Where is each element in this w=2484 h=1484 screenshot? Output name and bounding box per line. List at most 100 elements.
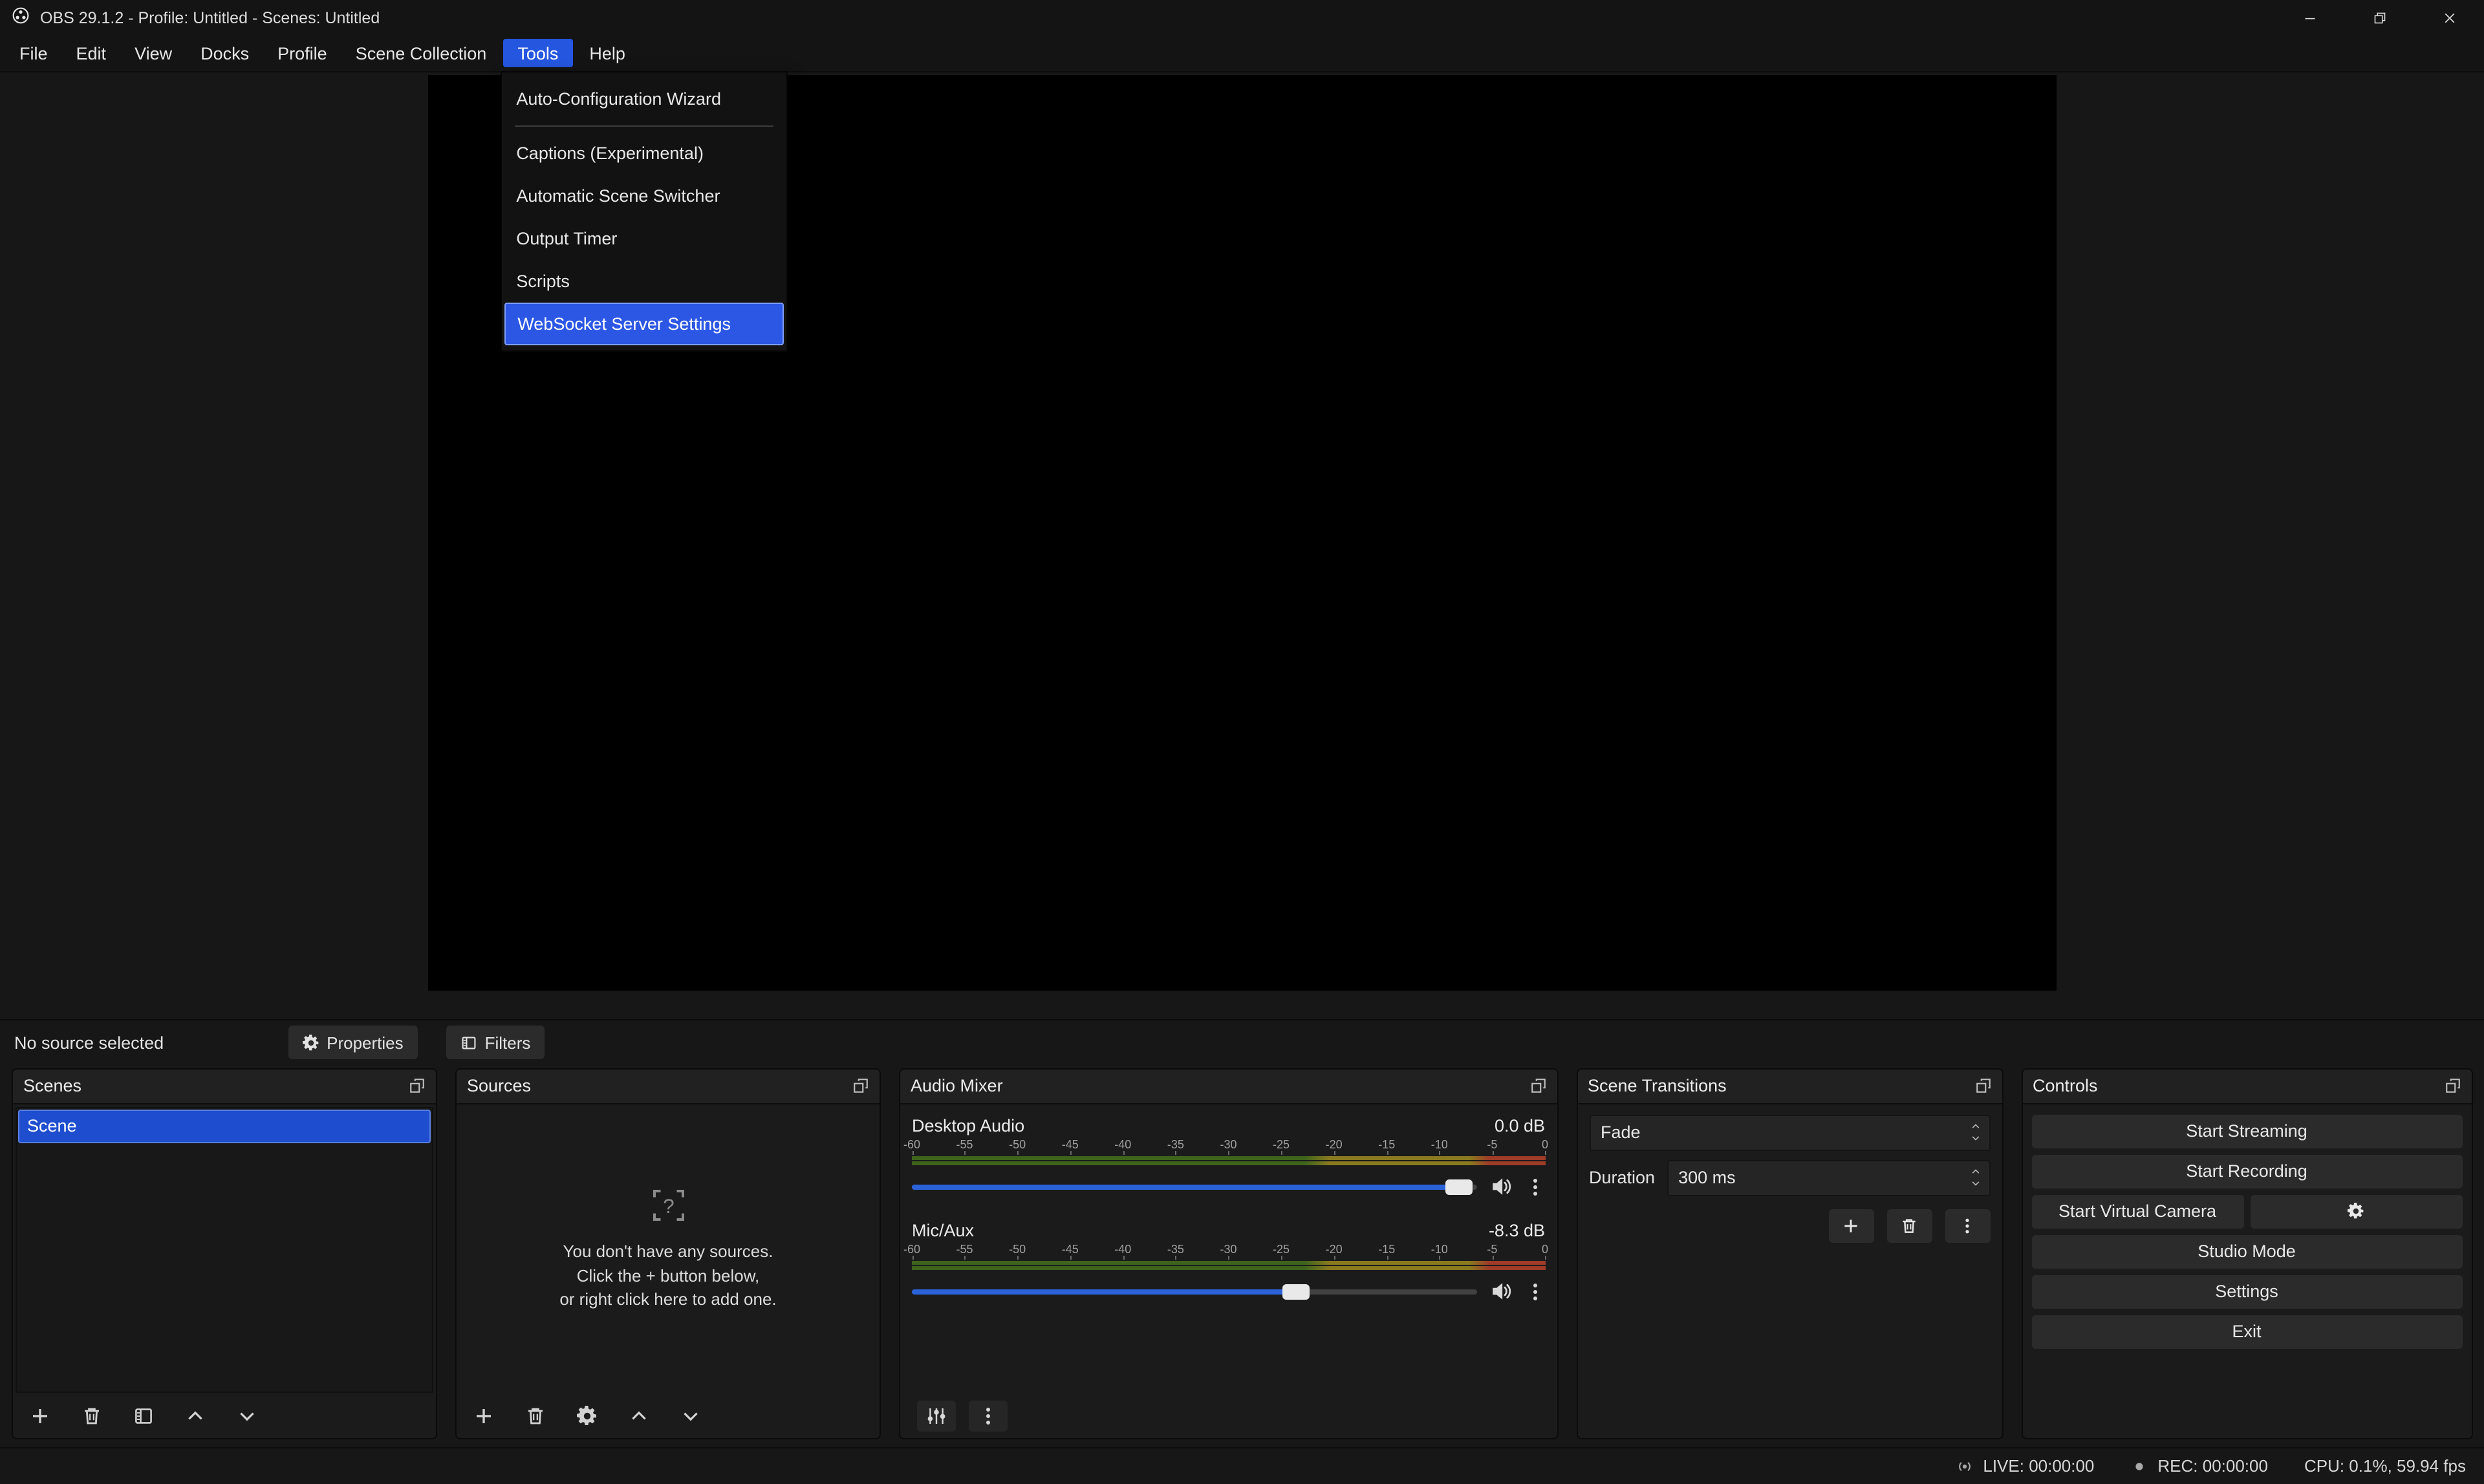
preview-area [0, 72, 2484, 1018]
sources-empty-state[interactable]: You don't have any sources. Click the + … [457, 1104, 880, 1395]
meter-tick-label: -50 [1009, 1243, 1026, 1255]
popout-icon[interactable] [1529, 1077, 1546, 1094]
popout-icon[interactable] [1974, 1077, 1991, 1094]
chevron-down-icon [237, 1406, 257, 1426]
popout-icon[interactable] [409, 1077, 426, 1094]
source-properties-button[interactable] [577, 1406, 598, 1426]
slider-handle[interactable] [1446, 1179, 1473, 1194]
spin-arrows[interactable] [1969, 1167, 1981, 1188]
add-transition-button[interactable] [1828, 1209, 1874, 1242]
channel-name: Mic/Aux [912, 1221, 974, 1240]
menu-item-scripts[interactable]: Scripts [504, 260, 784, 303]
dock-title: Sources [467, 1076, 852, 1095]
menu-item-websocket-server-settings[interactable]: WebSocket Server Settings [504, 303, 784, 345]
menu-separator [515, 125, 773, 127]
cpu-status: CPU: 0.1%, 59.94 fps [2304, 1456, 2466, 1476]
move-scene-up-button[interactable] [185, 1406, 206, 1426]
volume-slider[interactable] [912, 1278, 1476, 1304]
start-virtual-camera-button[interactable]: Start Virtual Camera [2031, 1194, 2243, 1228]
virtual-camera-config-button[interactable] [2250, 1194, 2462, 1228]
settings-button[interactable]: Settings [2031, 1274, 2462, 1308]
filters-icon [133, 1406, 154, 1426]
meter-scale: -60-55-50-45-40-35-30-25-20-15-10-50 [912, 1243, 1545, 1259]
rec-status: REC: 00:00:00 [2130, 1456, 2268, 1476]
menu-profile[interactable]: Profile [263, 35, 341, 71]
minimize-button[interactable] [2274, 0, 2344, 35]
remove-transition-button[interactable] [1886, 1209, 1932, 1242]
menu-docks[interactable]: Docks [186, 35, 263, 71]
menu-item-output-timer[interactable]: Output Timer [504, 217, 784, 260]
menu-item-auto-configuration-wizard[interactable]: Auto-Configuration Wizard [504, 78, 784, 120]
scene-list-item-selected[interactable]: Scene [18, 1109, 431, 1143]
mixer-toolbar [900, 1395, 1557, 1437]
popout-icon[interactable] [2444, 1077, 2461, 1094]
volume-meter [912, 1156, 1545, 1165]
advanced-audio-properties-button[interactable] [917, 1401, 956, 1432]
move-source-down-button[interactable] [680, 1406, 701, 1426]
start-recording-button[interactable]: Start Recording [2031, 1154, 2462, 1188]
mixer-channel-mic-aux: Mic/Aux -8.3 dB -60-55-50-45-40-35-30-25… [912, 1218, 1545, 1306]
meter-tick-label: -30 [1220, 1139, 1237, 1150]
plus-icon [473, 1406, 494, 1426]
spin-up-icon [1969, 1167, 1981, 1177]
gear-icon [577, 1406, 598, 1426]
menu-scene-collection[interactable]: Scene Collection [341, 35, 501, 71]
question-icon [649, 1185, 687, 1224]
menu-item-captions[interactable]: Captions (Experimental) [504, 132, 784, 175]
move-source-up-button[interactable] [629, 1406, 649, 1426]
scene-list[interactable]: Scene [16, 1106, 433, 1392]
exit-button[interactable]: Exit [2031, 1315, 2462, 1348]
filters-button[interactable]: Filters [446, 1026, 545, 1059]
meter-tick-label: -55 [956, 1243, 973, 1255]
scenes-toolbar [13, 1395, 436, 1437]
kebab-icon[interactable] [1524, 1281, 1545, 1302]
duration-spinbox[interactable]: 300 ms [1667, 1159, 1990, 1196]
menu-item-automatic-scene-switcher[interactable]: Automatic Scene Switcher [504, 175, 784, 217]
meter-tick-label: -10 [1431, 1139, 1448, 1150]
menu-edit[interactable]: Edit [62, 35, 121, 71]
add-source-button[interactable] [473, 1406, 494, 1426]
menu-view[interactable]: View [120, 35, 186, 71]
chevron-down-icon [1969, 1133, 1981, 1143]
scene-filters-button[interactable] [133, 1406, 154, 1426]
live-time: LIVE: 00:00:00 [1983, 1456, 2094, 1476]
slider-handle[interactable] [1282, 1284, 1310, 1299]
controls-dock: Controls Start Streaming Start Recording… [2021, 1068, 2472, 1439]
duration-label: Duration [1589, 1168, 1655, 1187]
meter-tick-label: -20 [1326, 1139, 1343, 1150]
combo-arrows [1969, 1121, 1981, 1143]
transition-select[interactable]: Fade [1589, 1114, 1990, 1150]
speaker-icon[interactable] [1489, 1280, 1511, 1302]
volume-slider[interactable] [912, 1174, 1476, 1199]
meter-tick-label: -25 [1273, 1243, 1290, 1255]
studio-mode-button[interactable]: Studio Mode [2031, 1234, 2462, 1268]
source-context-toolbar: No source selected Properties Filters [0, 1018, 2484, 1065]
meter-tick-label: -45 [1062, 1139, 1079, 1150]
remove-source-button[interactable] [525, 1406, 546, 1426]
channel-db-value: -8.3 dB [1489, 1221, 1545, 1240]
maximize-button[interactable] [2344, 0, 2414, 35]
meter-tick-label: -35 [1167, 1139, 1184, 1150]
menu-help[interactable]: Help [575, 35, 640, 71]
kebab-icon[interactable] [1524, 1176, 1545, 1197]
popout-icon[interactable] [852, 1077, 869, 1094]
gear-icon [2348, 1203, 2364, 1220]
start-streaming-button[interactable]: Start Streaming [2031, 1114, 2462, 1148]
menu-file[interactable]: File [5, 35, 62, 71]
speaker-icon[interactable] [1489, 1176, 1511, 1198]
meter-tick-label: -60 [903, 1243, 920, 1255]
close-button[interactable] [2414, 0, 2484, 35]
menu-tools[interactable]: Tools Auto-Configuration Wizard Captions… [501, 35, 575, 71]
add-scene-button[interactable] [30, 1406, 50, 1426]
live-status: LIVE: 00:00:00 [1956, 1456, 2094, 1476]
mixer-menu-button[interactable] [969, 1401, 1008, 1432]
meter-tick-label: -5 [1487, 1243, 1497, 1255]
sources-dock-header: Sources [457, 1069, 880, 1104]
trash-icon [1900, 1216, 1918, 1234]
meter-tick-label: -40 [1114, 1139, 1131, 1150]
remove-scene-button[interactable] [81, 1406, 102, 1426]
transition-menu-button[interactable] [1945, 1209, 1990, 1242]
properties-button[interactable]: Properties [288, 1026, 418, 1059]
dock-title: Audio Mixer [911, 1076, 1529, 1095]
move-scene-down-button[interactable] [237, 1406, 257, 1426]
